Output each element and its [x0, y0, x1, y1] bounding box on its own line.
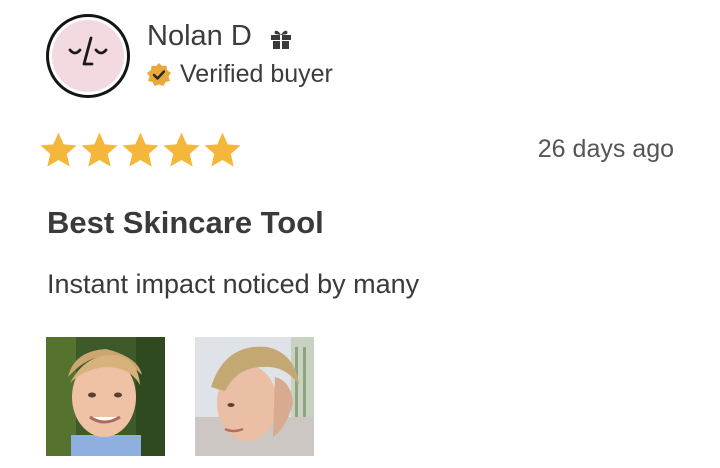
verified-buyer-label: Verified buyer: [180, 60, 333, 88]
review-title: Best Skincare Tool: [47, 205, 324, 240]
star-icon: [204, 132, 241, 167]
star-icon: [122, 132, 159, 167]
star-rating: [39, 131, 242, 169]
reviewer-name: Nolan D: [147, 20, 252, 52]
review-date: 26 days ago: [537, 135, 674, 163]
gift-icon: [271, 30, 291, 49]
review-photo-thumbnail[interactable]: [195, 337, 314, 456]
review-body: Instant impact noticed by many: [47, 269, 420, 299]
verified-badge-icon: [147, 63, 171, 86]
sleepy-face-icon: [52, 20, 124, 92]
review-photo-thumbnail[interactable]: [46, 337, 165, 456]
star-icon: [163, 132, 200, 167]
avatar: [46, 14, 130, 98]
star-icon: [40, 132, 77, 167]
star-icon: [81, 132, 118, 167]
